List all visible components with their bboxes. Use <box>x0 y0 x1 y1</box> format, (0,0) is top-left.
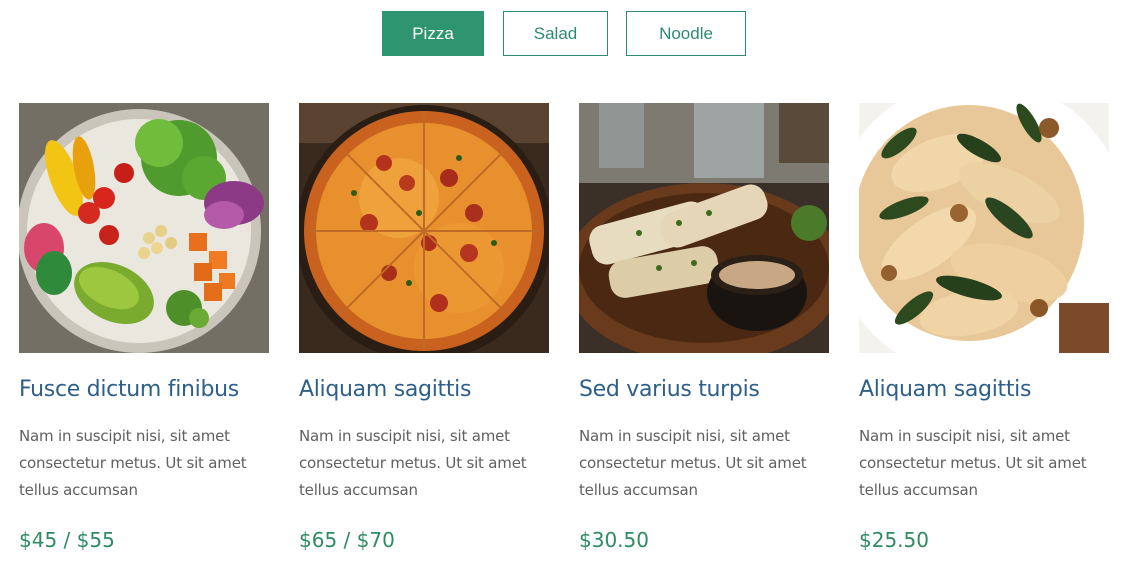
item-description: Nam in suscipit nisi, sit amet consectet… <box>579 427 807 499</box>
item-description: Nam in suscipit nisi, sit amet consectet… <box>859 427 1087 499</box>
item-title[interactable]: Fusce dictum finibus <box>19 377 269 402</box>
item-title[interactable]: Aliquam sagittis <box>299 377 549 402</box>
salad-bowl-photo[interactable] <box>19 103 269 353</box>
item-price: $65 / $70 <box>299 528 395 552</box>
item-title[interactable]: Sed varius turpis <box>579 377 829 402</box>
pizza-photo[interactable] <box>299 103 549 353</box>
category-tabs: Pizza Salad Noodle <box>0 11 1126 56</box>
pasta-photo[interactable] <box>859 103 1109 353</box>
item-price: $25.50 <box>859 528 929 552</box>
menu-grid: Fusce dictum finibus Nam in suscipit nis… <box>19 103 1109 563</box>
menu-card: Aliquam sagittis Nam in suscipit nisi, s… <box>299 103 549 563</box>
item-price: $30.50 <box>579 528 649 552</box>
grilled-squid-photo[interactable] <box>579 103 829 353</box>
item-title[interactable]: Aliquam sagittis <box>859 377 1109 402</box>
item-price: $45 / $55 <box>19 528 115 552</box>
menu-card: Fusce dictum finibus Nam in suscipit nis… <box>19 103 269 563</box>
menu-card: Aliquam sagittis Nam in suscipit nisi, s… <box>859 103 1109 563</box>
tab-pizza[interactable]: Pizza <box>382 11 484 56</box>
tab-salad[interactable]: Salad <box>503 11 608 56</box>
tab-noodle[interactable]: Noodle <box>626 11 746 56</box>
menu-card: Sed varius turpis Nam in suscipit nisi, … <box>579 103 829 563</box>
item-description: Nam in suscipit nisi, sit amet consectet… <box>299 427 527 499</box>
item-description: Nam in suscipit nisi, sit amet consectet… <box>19 427 247 499</box>
